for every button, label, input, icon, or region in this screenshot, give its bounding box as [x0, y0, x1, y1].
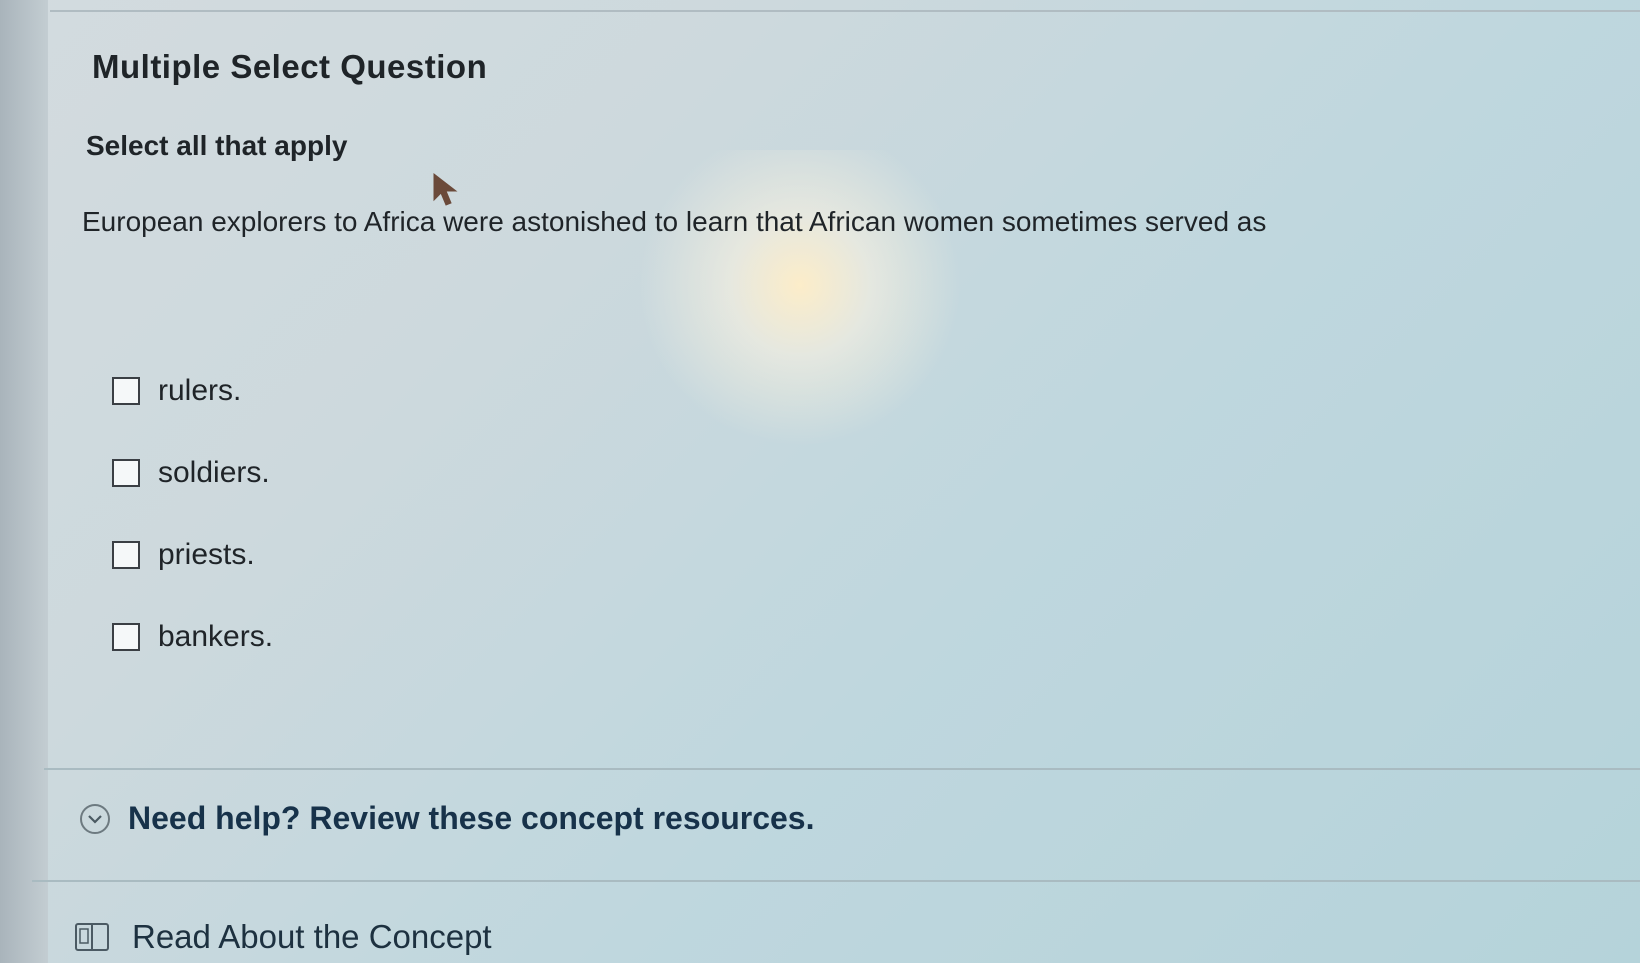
checkbox[interactable]: [112, 623, 140, 651]
checkbox[interactable]: [112, 459, 140, 487]
help-divider-bottom: [32, 880, 1640, 882]
top-divider: [50, 10, 1640, 12]
book-icon: [75, 923, 109, 951]
option-soldiers[interactable]: soldiers.: [112, 432, 273, 514]
checkbox[interactable]: [112, 541, 140, 569]
help-toggle-label: Need help? Review these concept resource…: [128, 800, 815, 836]
answer-options: rulers. soldiers. priests. bankers.: [112, 350, 273, 678]
mouse-cursor-icon: [433, 172, 458, 206]
screen-glare: [640, 150, 960, 450]
question-type-title: Multiple Select Question: [92, 48, 488, 85]
read-about-concept-label: Read About the Concept: [132, 918, 492, 955]
left-screen-edge: [0, 0, 48, 963]
option-priests[interactable]: priests.: [112, 514, 273, 596]
help-divider-top: [44, 768, 1640, 770]
option-label: priests.: [158, 538, 255, 571]
read-about-concept-link[interactable]: Read About the Concept: [74, 918, 492, 956]
option-label: bankers.: [158, 620, 274, 653]
option-label: rulers.: [158, 374, 242, 407]
option-label: soldiers.: [158, 456, 270, 489]
question-instruction: Select all that apply: [86, 130, 348, 161]
concept-resources-toggle[interactable]: Need help? Review these concept resource…: [80, 800, 814, 837]
option-rulers[interactable]: rulers.: [112, 350, 273, 432]
checkbox[interactable]: [112, 377, 140, 405]
question-prompt: European explorers to Africa were astoni…: [82, 206, 1267, 237]
chevron-down-circle-icon: [80, 803, 110, 834]
option-bankers[interactable]: bankers.: [112, 596, 273, 678]
